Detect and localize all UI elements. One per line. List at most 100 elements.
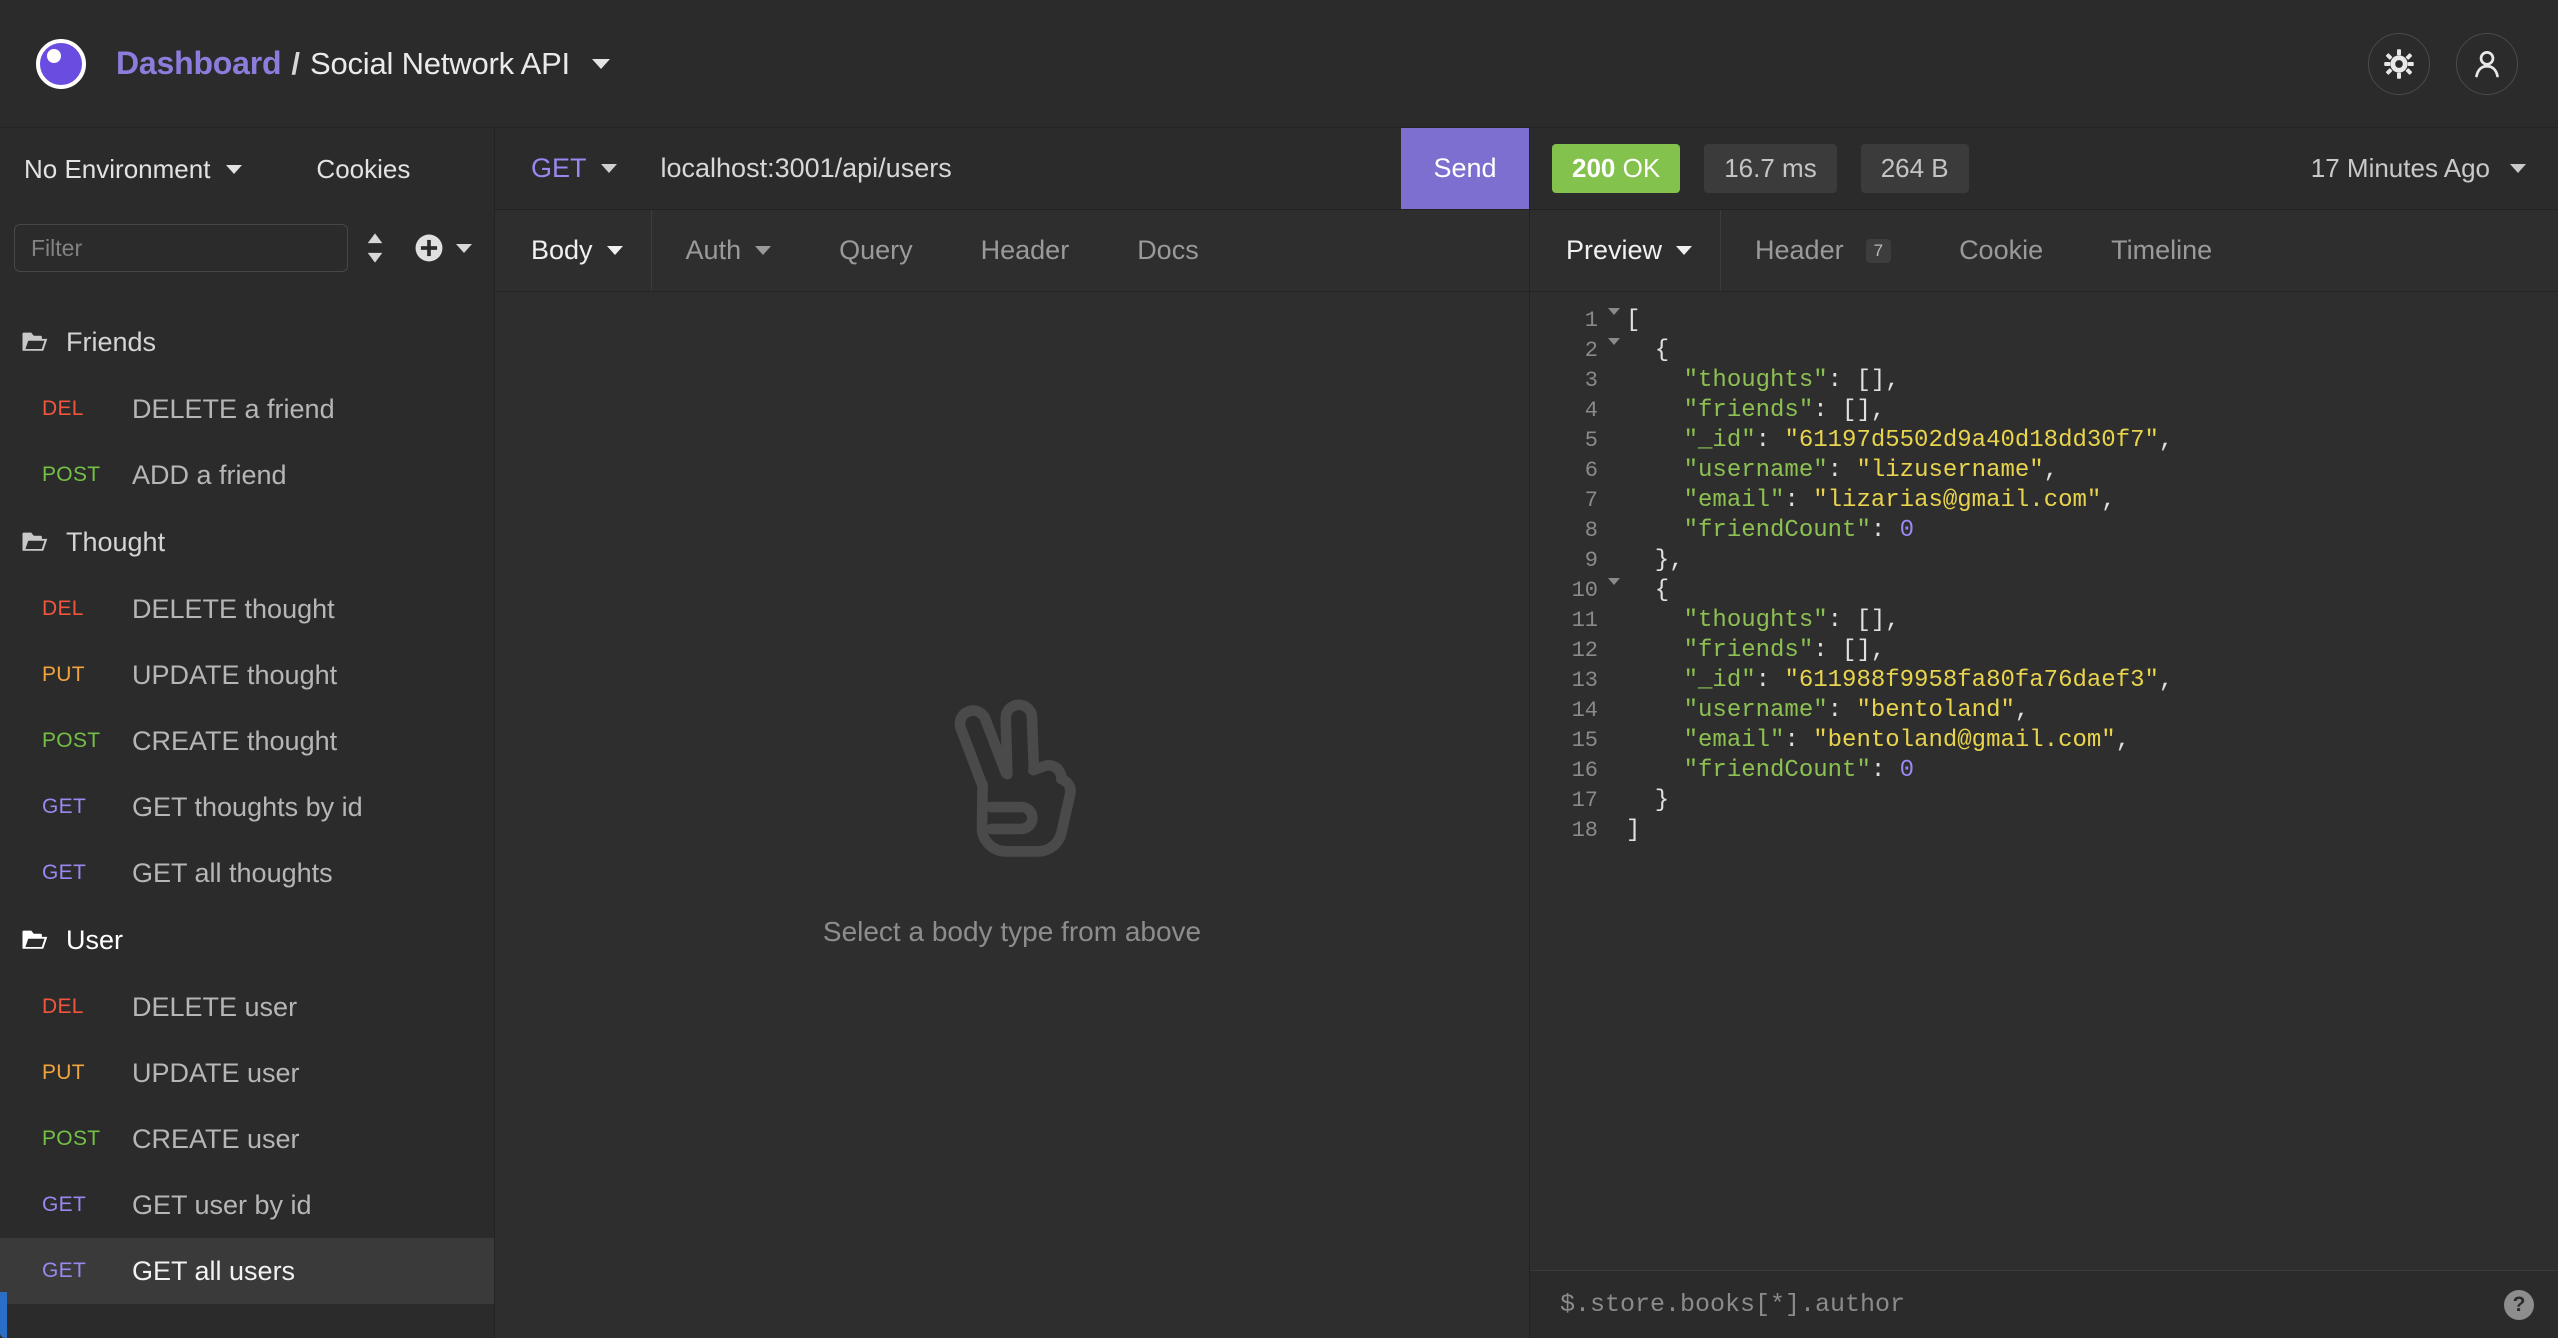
cookies-button[interactable]: Cookies <box>308 148 418 191</box>
breadcrumb-dashboard-link[interactable]: Dashboard <box>116 45 281 82</box>
request-method-label: POST <box>42 463 116 487</box>
list-item[interactable]: DEL DELETE user <box>0 974 494 1040</box>
breadcrumb: Dashboard / Social Network API <box>116 45 610 82</box>
request-name-label: CREATE reaction <box>132 286 343 291</box>
list-item[interactable]: POSTCREATE thought <box>0 708 494 774</box>
line-number: 3 <box>1530 366 1602 396</box>
tab-request-auth[interactable]: Auth <box>652 210 806 291</box>
response-tabs[interactable]: PreviewHeader7CookieTimeline <box>1530 210 2558 292</box>
code-text: "friends": [], <box>1626 396 1885 426</box>
request-method-label: GET <box>42 795 116 819</box>
fold-toggle-icon[interactable] <box>1602 306 1626 315</box>
request-body-empty-state: Select a body type from above <box>495 292 1529 1338</box>
add-request-button[interactable] <box>412 231 476 265</box>
tab-response-header[interactable]: Header7 <box>1721 210 1925 291</box>
tab-response-preview[interactable]: Preview <box>1530 210 1721 291</box>
url-input[interactable] <box>641 128 1401 209</box>
code-line: 15 "email": "bentoland@gmail.com", <box>1530 726 2558 756</box>
sidebar-folder-friends[interactable]: Friends <box>0 308 494 376</box>
response-size-badge[interactable]: 264 B <box>1861 144 1969 193</box>
list-item[interactable]: GETGET all thoughts <box>0 840 494 906</box>
tab-request-body[interactable]: Body <box>495 210 652 291</box>
request-method-label: GET <box>42 1259 116 1283</box>
request-tabs[interactable]: BodyAuthQueryHeaderDocs <box>495 210 1529 292</box>
empty-state-text: Select a body type from above <box>823 916 1201 948</box>
response-time-badge[interactable]: 16.7 ms <box>1704 144 1837 193</box>
tab-request-query[interactable]: Query <box>805 210 947 291</box>
request-list[interactable]: POSTCREATE reactionFriendsDELDELETE a fr… <box>0 286 494 1338</box>
status-code: 200 <box>1572 153 1615 183</box>
code-text: "friends": [], <box>1626 636 1885 666</box>
line-number: 18 <box>1530 816 1602 846</box>
tab-response-timeline[interactable]: Timeline <box>2077 210 2246 291</box>
list-item-selected[interactable]: GETGET all users <box>0 1238 494 1304</box>
code-text: } <box>1626 786 1669 816</box>
code-line: 2 { <box>1530 336 2558 366</box>
request-name-label: CREATE user <box>132 1124 300 1155</box>
sort-button[interactable] <box>348 231 402 265</box>
list-item[interactable]: POSTCREATE user <box>0 1106 494 1172</box>
fold-toggle-icon[interactable] <box>1602 576 1626 585</box>
code-text: "email": "bentoland@gmail.com", <box>1626 726 2130 756</box>
folder-name-label: Thought <box>66 527 165 558</box>
status-badge[interactable]: 200 OK <box>1552 144 1680 193</box>
tab-response-cookie[interactable]: Cookie <box>1925 210 2077 291</box>
line-number: 16 <box>1530 756 1602 786</box>
request-method-label: PUT <box>42 663 116 687</box>
request-method-label: PUT <box>42 1061 116 1085</box>
code-line: 14 "username": "bentoland", <box>1530 696 2558 726</box>
code-text: "friendCount": 0 <box>1626 756 1914 786</box>
line-number: 9 <box>1530 546 1602 576</box>
list-item[interactable]: DELDELETE thought <box>0 576 494 642</box>
request-name-label: DELETE user <box>132 992 297 1023</box>
folder-open-filled-icon <box>20 925 50 955</box>
request-method-label: GET <box>42 861 116 885</box>
code-line: 18] <box>1530 816 2558 846</box>
send-button[interactable]: Send <box>1401 128 1529 209</box>
code-line: 16 "friendCount": 0 <box>1530 756 2558 786</box>
chevron-down-icon[interactable] <box>456 244 472 253</box>
list-item[interactable]: POSTADD a friend <box>0 442 494 508</box>
chevron-down-icon[interactable] <box>592 59 610 69</box>
request-method-label: POST <box>42 729 116 753</box>
http-method-label: GET <box>531 153 587 184</box>
fold-toggle-icon[interactable] <box>1602 336 1626 345</box>
response-body-viewer[interactable]: 1[2 {3 "thoughts": [],4 "friends": [],5 … <box>1530 292 2558 1270</box>
line-number: 12 <box>1530 636 1602 666</box>
breadcrumb-workspace-name[interactable]: Social Network API <box>310 46 570 82</box>
line-number: 4 <box>1530 396 1602 426</box>
http-method-selector[interactable]: GET <box>495 128 641 209</box>
list-item[interactable]: GETGET user by id <box>0 1172 494 1238</box>
list-item[interactable]: PUTUPDATE user <box>0 1040 494 1106</box>
jsonpath-filter-input[interactable] <box>1560 1290 2504 1319</box>
environment-selector[interactable]: No Environment <box>14 148 252 191</box>
tab-request-header[interactable]: Header <box>947 210 1104 291</box>
request-method-label: DEL <box>42 397 116 421</box>
sidebar-filter-input[interactable] <box>14 224 348 272</box>
settings-button[interactable] <box>2368 33 2430 95</box>
url-bar: GET Send <box>495 128 1529 210</box>
gear-icon <box>2382 47 2416 81</box>
sort-updown-icon <box>362 231 388 265</box>
response-history-selector[interactable]: 17 Minutes Ago <box>2311 153 2558 184</box>
list-item[interactable]: GETGET thoughts by id <box>0 774 494 840</box>
response-time-ago-label: 17 Minutes Ago <box>2311 153 2490 184</box>
chevron-down-icon <box>2510 164 2526 173</box>
code-line: 3 "thoughts": [], <box>1530 366 2558 396</box>
request-name-label: DELETE a friend <box>132 394 335 425</box>
sidebar-folder-user[interactable]: User <box>0 906 494 974</box>
account-button[interactable] <box>2456 33 2518 95</box>
code-text: "friendCount": 0 <box>1626 516 1914 546</box>
list-item[interactable]: PUTUPDATE thought <box>0 642 494 708</box>
list-item[interactable]: POSTCREATE reaction <box>0 286 494 308</box>
code-line: 1[ <box>1530 306 2558 336</box>
code-line: 11 "thoughts": [], <box>1530 606 2558 636</box>
tab-request-docs[interactable]: Docs <box>1103 210 1233 291</box>
sidebar-folder-thought[interactable]: Thought <box>0 508 494 576</box>
list-item[interactable]: DEL DELETE a friend <box>0 376 494 442</box>
request-method-label: DEL <box>42 995 116 1019</box>
folder-open-outline-icon <box>20 327 50 357</box>
main-layout: No Environment Cookies <box>0 128 2558 1338</box>
peace-hand-icon <box>912 682 1112 882</box>
question-mark-icon[interactable]: ? <box>2504 1290 2534 1320</box>
